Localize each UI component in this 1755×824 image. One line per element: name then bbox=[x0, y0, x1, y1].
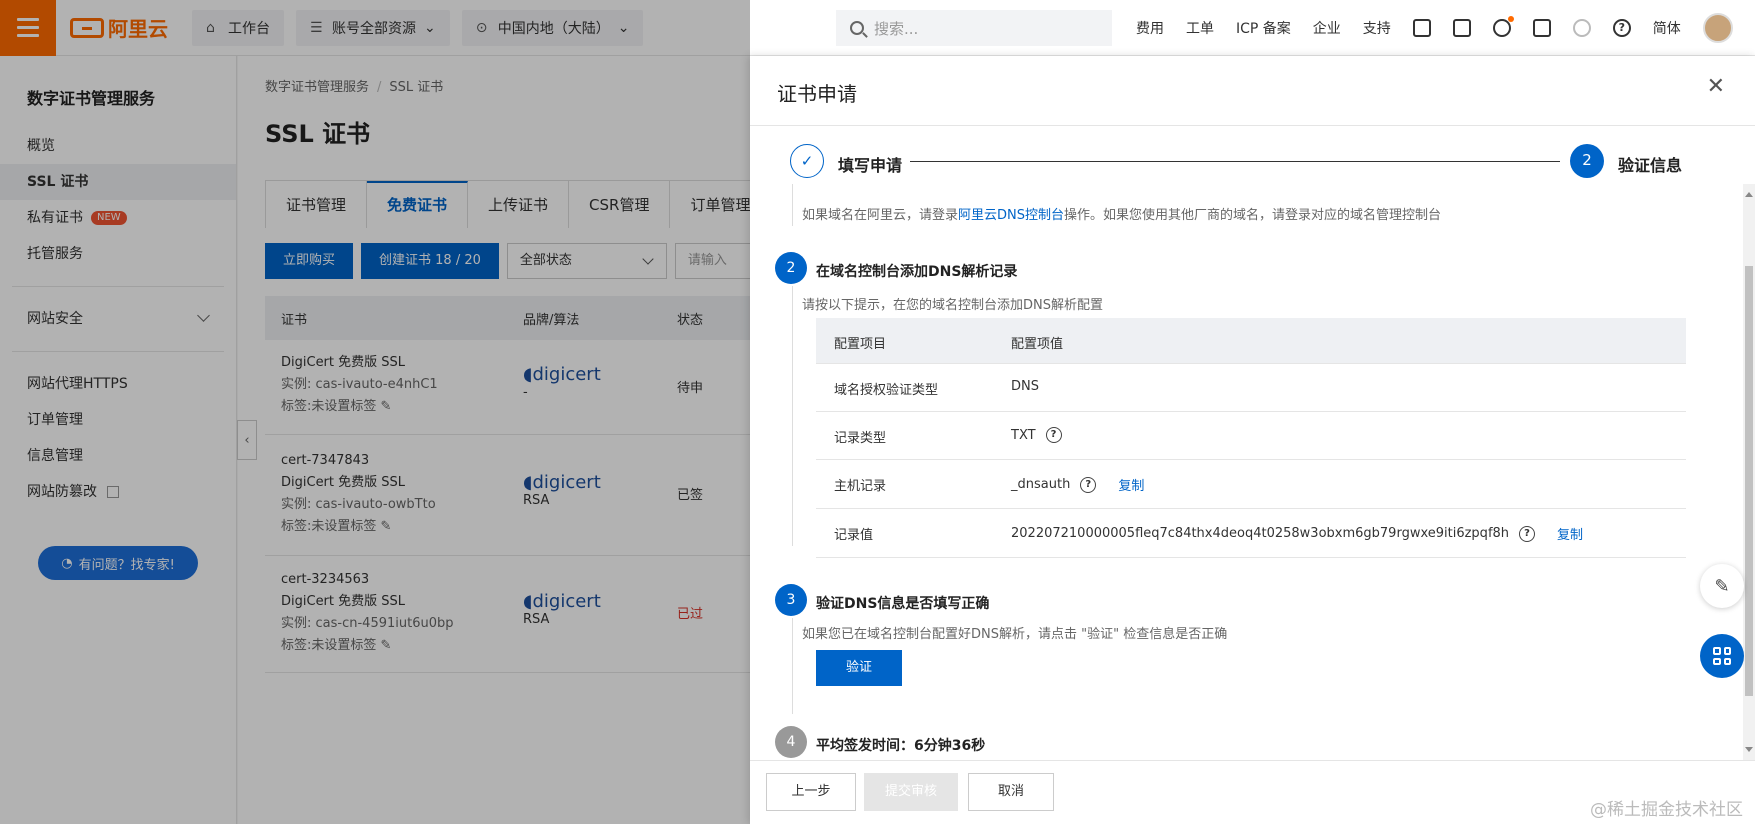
drawer-header: 证书申请 ✕ bbox=[750, 56, 1755, 126]
close-icon[interactable]: ✕ bbox=[1707, 76, 1725, 98]
cancel-button[interactable]: 取消 bbox=[968, 773, 1054, 811]
section-title: 平均签发时间：6分钟36秒 bbox=[816, 738, 986, 754]
section-title: 在域名控制台添加DNS解析记录 bbox=[816, 264, 1018, 280]
step-number: 2 bbox=[1570, 144, 1604, 178]
section-number: 4 bbox=[775, 726, 807, 758]
dns-console-link[interactable]: 阿里云DNS控制台 bbox=[958, 208, 1064, 223]
language-switch[interactable]: 简体 bbox=[1653, 18, 1681, 38]
drawer-title: 证书申请 bbox=[777, 82, 857, 106]
help-icon[interactable]: ? bbox=[1612, 19, 1631, 37]
verify-button[interactable]: 验证 bbox=[816, 650, 902, 686]
dns-config-table: 配置项目 配置项值 域名授权验证类型 DNS 记录类型 TXT? 主机记录 _d… bbox=[816, 318, 1686, 558]
modal-overlay[interactable] bbox=[0, 0, 750, 824]
table-row: 主机记录 _dnsauth? 复制 bbox=[816, 460, 1686, 509]
prev-step-button[interactable]: 上一步 bbox=[766, 773, 856, 811]
step-connector bbox=[910, 161, 1560, 162]
search-icon bbox=[850, 21, 864, 35]
topbar-right: 费用 工单 ICP 备案 企业 支持 ? 简体 bbox=[1136, 0, 1733, 56]
feedback-edit-button[interactable]: ✎ bbox=[1700, 564, 1744, 608]
section-hint: 请按以下提示，在您的域名控制台添加DNS解析配置 bbox=[802, 298, 1103, 313]
notification-dot bbox=[1507, 16, 1514, 22]
timeline-line bbox=[792, 286, 793, 546]
copy-host-button[interactable]: 复制 bbox=[1118, 475, 1144, 494]
drawer-scroll-area[interactable]: 如果域名在阿里云，请登录阿里云DNS控制台操作。如果您使用其他厂商的域名，请登录… bbox=[750, 184, 1755, 760]
link-tickets[interactable]: 工单 bbox=[1186, 18, 1214, 38]
timeline-line bbox=[792, 184, 793, 226]
pencil-icon: ✎ bbox=[1714, 575, 1730, 597]
avatar[interactable] bbox=[1702, 13, 1733, 43]
table-row: 域名授权验证类型 DNS bbox=[816, 364, 1686, 412]
section-number: 3 bbox=[775, 584, 807, 616]
dns-console-hint: 如果域名在阿里云，请登录阿里云DNS控制台操作。如果您使用其他厂商的域名，请登录… bbox=[802, 208, 1442, 223]
help-icon[interactable]: ? bbox=[1080, 476, 1097, 493]
section-number: 2 bbox=[775, 252, 807, 284]
lightbulb-icon[interactable] bbox=[1572, 19, 1591, 37]
cert-apply-drawer: 证书申请 ✕ ✓ 填写申请 2 验证信息 如果域名在阿里云，请登录阿里云DNS控… bbox=[750, 56, 1755, 824]
scrollbar[interactable] bbox=[1743, 184, 1755, 760]
copy-value-button[interactable]: 复制 bbox=[1557, 524, 1583, 543]
step-label: 验证信息 bbox=[1618, 156, 1683, 175]
step-label: 填写申请 bbox=[838, 156, 903, 175]
help-icon[interactable]: ? bbox=[1519, 525, 1536, 542]
table-row: 记录类型 TXT? bbox=[816, 412, 1686, 460]
table-header: 配置项目 配置项值 bbox=[816, 318, 1686, 364]
grid-icon bbox=[1713, 647, 1731, 665]
help-icon[interactable]: ? bbox=[1045, 427, 1062, 443]
check-icon: ✓ bbox=[790, 144, 824, 178]
link-fees[interactable]: 费用 bbox=[1136, 18, 1164, 38]
watermark: @稀土掘金技术社区 bbox=[1590, 800, 1743, 820]
app-icon[interactable] bbox=[1412, 19, 1431, 37]
steps-indicator: ✓ 填写申请 2 验证信息 bbox=[790, 144, 1690, 180]
link-enterprise[interactable]: 企业 bbox=[1313, 18, 1341, 38]
section-title: 验证DNS信息是否填写正确 bbox=[816, 596, 990, 612]
search-input[interactable]: 搜索... bbox=[836, 10, 1112, 46]
submit-review-button[interactable]: 提交审核 bbox=[864, 773, 958, 811]
terminal-icon[interactable] bbox=[1452, 19, 1471, 37]
apps-grid-button[interactable] bbox=[1700, 634, 1744, 678]
section-hint: 如果您已在域名控制台配置好DNS解析，请点击 "验证" 检查信息是否正确 bbox=[802, 627, 1228, 642]
table-row: 记录值 202207210000005fleq7c84thx4deoq4t025… bbox=[816, 509, 1686, 558]
link-support[interactable]: 支持 bbox=[1363, 18, 1391, 38]
bell-icon[interactable] bbox=[1492, 16, 1514, 37]
timeline-line bbox=[792, 618, 793, 714]
link-icp[interactable]: ICP 备案 bbox=[1236, 18, 1291, 38]
cart-icon[interactable] bbox=[1532, 19, 1551, 37]
